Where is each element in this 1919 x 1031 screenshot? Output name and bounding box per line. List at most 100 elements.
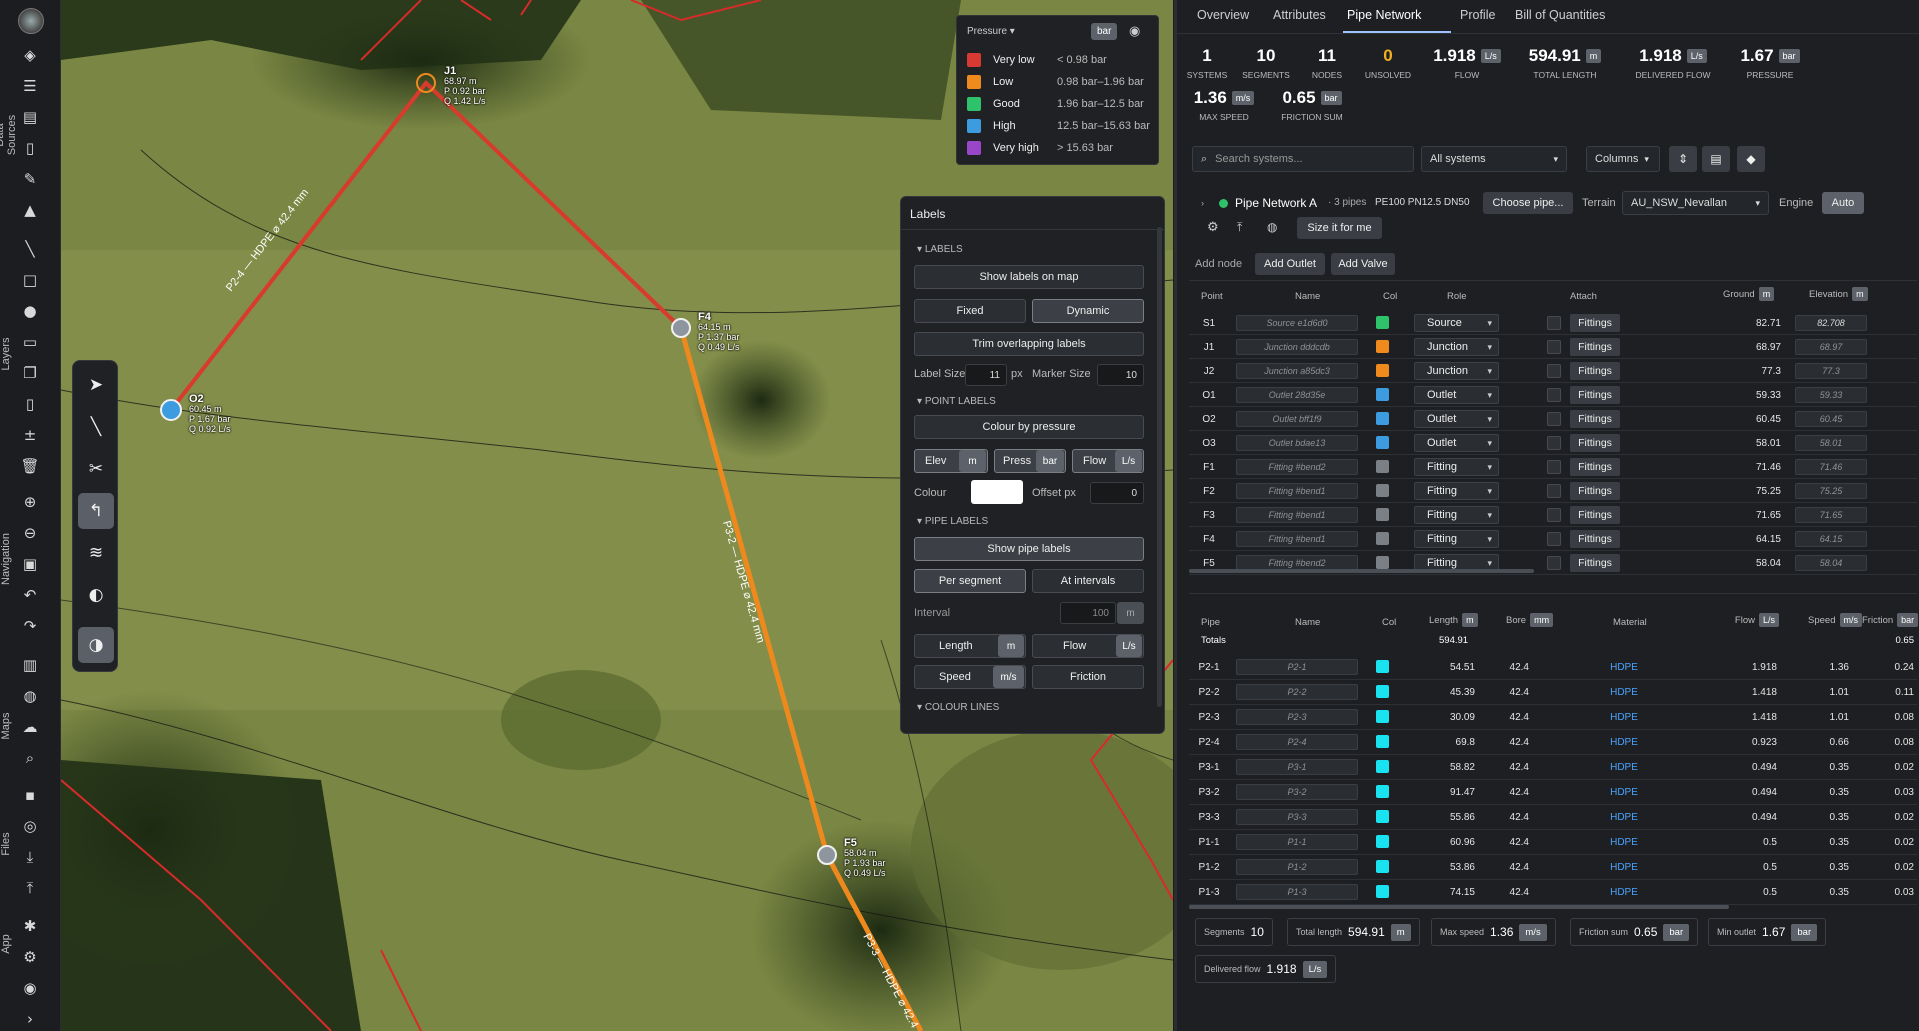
settings-gear-icon[interactable]: ⚙ [19,946,41,968]
elevation-input[interactable]: 71.46 [1795,459,1867,475]
at-intervals-button[interactable]: At intervals [1032,569,1144,593]
columns-button[interactable]: Columns ▾ [1586,146,1660,172]
attach-checkbox[interactable] [1547,316,1561,330]
engine-auto-button[interactable]: Auto [1822,192,1864,214]
table-row[interactable]: F4 Fitting #bend1 Fitting Fittings 64.15 64.1… [1189,527,1917,551]
flow-unit[interactable]: L/s [1115,450,1142,472]
choose-pipe-button[interactable]: Choose pipe... [1483,192,1573,214]
pipe-name-input[interactable]: P1-2 [1236,859,1358,875]
zoom-out-icon[interactable]: ⊖ [19,522,41,544]
circle-icon[interactable]: ● [19,300,41,322]
magnet-icon[interactable]: ◑ [78,627,114,663]
section-pipe-labels[interactable]: ▾ PIPE LABELS [917,516,988,527]
tab-profile[interactable]: Profile [1460,8,1495,22]
table-row[interactable]: S1 Source e1d6d0 Source Fittings 82.71 82.708 [1189,311,1917,335]
material-link[interactable]: HDPE [1594,855,1654,879]
pipe-color-swatch[interactable] [1376,810,1389,823]
attach-checkbox[interactable] [1547,364,1561,378]
table-row[interactable]: P3-1 P3-1 58.82 42.4 HDPE 0.494 0.35 0.02 [1189,755,1917,780]
material-link[interactable]: HDPE [1594,880,1654,904]
role-select[interactable]: Fitting [1414,506,1499,524]
pipe-name-input[interactable]: P1-1 [1236,834,1358,850]
pipe-name-input[interactable]: P3-2 [1236,784,1358,800]
table-row[interactable]: F1 Fitting #bend2 Fitting Fittings 71.46 71.4… [1189,455,1917,479]
role-select[interactable]: Fitting [1414,458,1499,476]
pipe-color-swatch[interactable] [1376,835,1389,848]
web-icon[interactable]: ◎ [19,815,41,837]
fittings-button[interactable]: Fittings [1570,482,1620,500]
node-color-swatch[interactable] [1376,532,1389,545]
table-row[interactable]: O2 Outlet bff1f9 Outlet Fittings 60.45 60.45 [1189,407,1917,431]
material-link[interactable]: HDPE [1594,705,1654,729]
elevation-input[interactable]: 60.45 [1795,411,1867,427]
sliders-icon[interactable]: ☰ [19,75,41,97]
node-color-swatch[interactable] [1376,388,1389,401]
legend-unit-chip[interactable]: bar [1091,23,1118,40]
node-name-input[interactable]: Fitting #bend2 [1236,459,1358,475]
zoom-in-icon[interactable]: ⊕ [19,491,41,513]
table-row[interactable]: P2-4 P2-4 69.8 42.4 HDPE 0.923 0.66 0.08 [1189,730,1917,755]
tab-overview[interactable]: Overview [1197,8,1249,22]
download-icon[interactable]: ⤓ [19,846,41,868]
cloud-icon[interactable]: ☁ [19,716,41,738]
elevation-input[interactable]: 82.708 [1795,315,1867,331]
attach-checkbox[interactable] [1547,460,1561,474]
attach-checkbox[interactable] [1547,532,1561,546]
pipe-name-input[interactable]: P2-2 [1236,684,1358,700]
material-link[interactable]: HDPE [1594,680,1654,704]
pipe-flow-unit[interactable]: L/s [1116,635,1142,657]
pipe-color-swatch[interactable] [1376,885,1389,898]
fit-view-icon[interactable]: ▣ [19,553,41,575]
bug-icon[interactable]: ✱ [19,915,41,937]
offset-input[interactable]: 0 [1090,482,1144,504]
node-f4-marker[interactable] [671,318,691,338]
node-color-swatch[interactable] [1376,412,1389,425]
role-select[interactable]: Junction [1414,338,1499,356]
table-row[interactable]: P1-2 P1-2 53.86 42.4 HDPE 0.5 0.35 0.02 [1189,855,1917,880]
square-icon[interactable]: □ [19,269,41,291]
add-valve-button[interactable]: Add Valve [1331,253,1395,275]
node-name-input[interactable]: Outlet bff1f9 [1236,411,1358,427]
node-color-swatch[interactable] [1376,436,1389,449]
pipe-color-swatch[interactable] [1376,735,1389,748]
folder-icon[interactable]: ▭ [19,331,41,353]
fittings-button[interactable]: Fittings [1570,434,1620,452]
node-color-swatch[interactable] [1376,460,1389,473]
material-link[interactable]: HDPE [1594,655,1654,679]
material-link[interactable]: HDPE [1594,755,1654,779]
tag-icon[interactable]: ◆ [1737,146,1765,172]
show-pipe-labels-button[interactable]: Show pipe labels [914,537,1144,561]
material-link[interactable]: HDPE [1594,830,1654,854]
node-name-input[interactable]: Fitting #bend1 [1236,531,1358,547]
fittings-button[interactable]: Fittings [1570,338,1620,356]
table-row[interactable]: P2-1 P2-1 54.51 42.4 HDPE 1.918 1.36 0.24 [1189,655,1917,680]
table-row[interactable]: P1-1 P1-1 60.96 42.4 HDPE 0.5 0.35 0.02 [1189,830,1917,855]
table-row[interactable]: P1-3 P1-3 74.15 42.4 HDPE 0.5 0.35 0.03 [1189,880,1917,905]
redo-icon[interactable]: ↷ [19,615,41,637]
file-icon[interactable]: ▯ [19,393,41,415]
table-row[interactable]: F2 Fitting #bend1 Fitting Fittings 75.25 75.2… [1189,479,1917,503]
tab-attributes[interactable]: Attributes [1273,8,1326,22]
pipe-name-input[interactable]: P3-3 [1236,809,1358,825]
export-icon[interactable]: ⤒ [1237,220,1242,235]
size-it-for-me-button[interactable]: Size it for me [1297,217,1382,239]
per-segment-button[interactable]: Per segment [914,569,1026,593]
tab-bill-of-quantities[interactable]: Bill of Quantities [1515,8,1605,22]
fittings-button[interactable]: Fittings [1570,530,1620,548]
terrain-select[interactable]: AU_NSW_Nevallan ▾ [1622,191,1769,215]
elevation-input[interactable]: 58.01 [1795,435,1867,451]
trash-icon[interactable]: 🗑 [19,455,41,477]
dynamic-button[interactable]: Dynamic [1032,299,1144,323]
table-row[interactable]: J1 Junction dddcdb Junction Fittings 68.97 68… [1189,335,1917,359]
elev-unit[interactable]: m [959,450,986,472]
node-color-swatch[interactable] [1376,484,1389,497]
upload-icon[interactable]: ⤒ [19,877,41,899]
pipe-name-input[interactable]: P3-1 [1236,759,1358,775]
add-outlet-button[interactable]: Add Outlet [1255,253,1325,275]
elevation-input[interactable]: 64.15 [1795,531,1867,547]
globe-icon[interactable]: ◍ [1267,220,1277,234]
table-row[interactable]: J2 Junction a85dc3 Junction Fittings 77.3 77.… [1189,359,1917,383]
fittings-button[interactable]: Fittings [1570,458,1620,476]
labels-scrollbar[interactable] [1157,227,1162,707]
node-name-input[interactable]: Junction a85dc3 [1236,363,1358,379]
